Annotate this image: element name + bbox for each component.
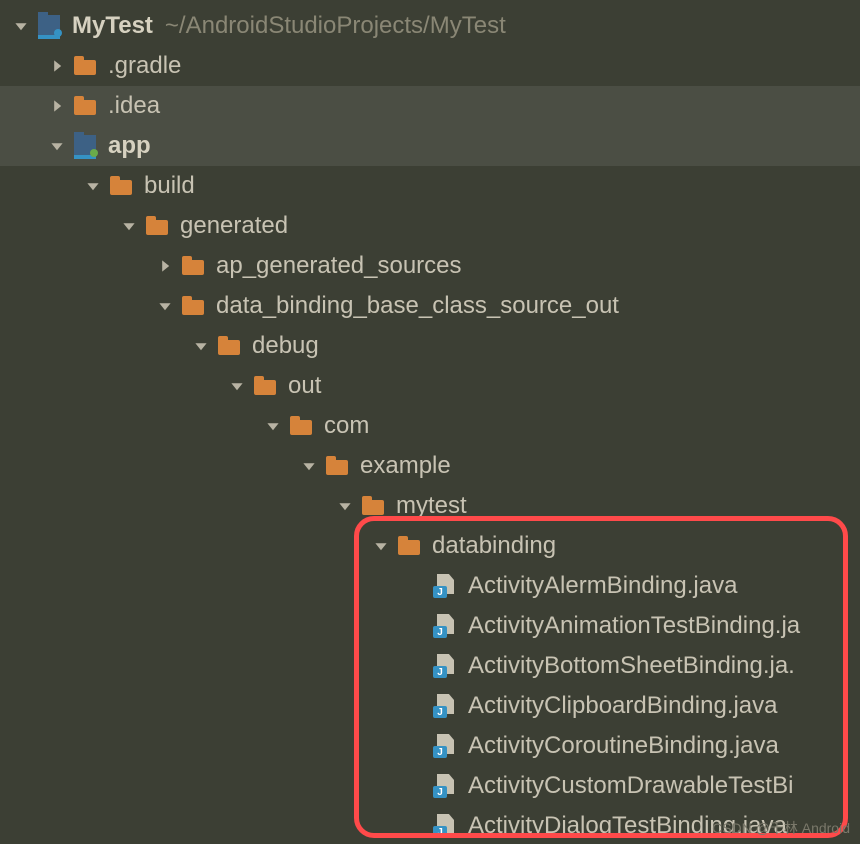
folder-icon bbox=[216, 333, 242, 359]
tree-item-app[interactable]: app bbox=[0, 126, 860, 166]
node-label: out bbox=[288, 372, 321, 400]
project-tree: MyTest ~/AndroidStudioProjects/MyTest .g… bbox=[0, 0, 860, 844]
node-label: app bbox=[108, 132, 151, 160]
java-file-icon: J bbox=[432, 813, 458, 839]
chevron-down-icon[interactable] bbox=[368, 533, 394, 559]
chevron-down-icon[interactable] bbox=[152, 293, 178, 319]
folder-icon bbox=[288, 413, 314, 439]
chevron-right-icon[interactable] bbox=[44, 93, 70, 119]
node-label: ap_generated_sources bbox=[216, 252, 462, 280]
file-label: ActivityAlermBinding.java bbox=[468, 572, 737, 600]
tree-item-gradle[interactable]: .gradle bbox=[0, 46, 860, 86]
node-label: build bbox=[144, 172, 195, 200]
chevron-right-icon[interactable] bbox=[152, 253, 178, 279]
file-label: ActivityDialogTestBinding.java bbox=[468, 812, 787, 840]
file-item[interactable]: J ActivityDialogTestBinding.java bbox=[0, 806, 860, 844]
node-label: .idea bbox=[108, 92, 160, 120]
chevron-down-icon[interactable] bbox=[44, 133, 70, 159]
folder-icon bbox=[396, 533, 422, 559]
java-file-icon: J bbox=[432, 773, 458, 799]
folder-icon bbox=[144, 213, 170, 239]
tree-item-ap[interactable]: ap_generated_sources bbox=[0, 246, 860, 286]
file-label: ActivityAnimationTestBinding.ja bbox=[468, 612, 800, 640]
node-label: com bbox=[324, 412, 369, 440]
tree-item-mytest[interactable]: mytest bbox=[0, 486, 860, 526]
folder-icon bbox=[72, 53, 98, 79]
file-item[interactable]: J ActivityAnimationTestBinding.ja bbox=[0, 606, 860, 646]
tree-item-com[interactable]: com bbox=[0, 406, 860, 446]
chevron-down-icon[interactable] bbox=[224, 373, 250, 399]
java-file-icon: J bbox=[432, 693, 458, 719]
tree-item-out[interactable]: out bbox=[0, 366, 860, 406]
folder-icon bbox=[252, 373, 278, 399]
file-label: ActivityCoroutineBinding.java bbox=[468, 732, 779, 760]
root-path: ~/AndroidStudioProjects/MyTest bbox=[165, 12, 506, 40]
module-icon bbox=[36, 13, 62, 39]
root-name: MyTest bbox=[72, 12, 153, 40]
file-label: ActivityCustomDrawableTestBi bbox=[468, 772, 793, 800]
chevron-down-icon[interactable] bbox=[8, 13, 34, 39]
tree-item-databinding[interactable]: databinding bbox=[0, 526, 860, 566]
chevron-down-icon[interactable] bbox=[188, 333, 214, 359]
node-label: example bbox=[360, 452, 451, 480]
node-label: data_binding_base_class_source_out bbox=[216, 292, 619, 320]
tree-item-example[interactable]: example bbox=[0, 446, 860, 486]
file-label: ActivityBottomSheetBinding.ja. bbox=[468, 652, 795, 680]
node-label: .gradle bbox=[108, 52, 181, 80]
chevron-down-icon[interactable] bbox=[116, 213, 142, 239]
file-item[interactable]: J ActivityAlermBinding.java bbox=[0, 566, 860, 606]
root-row[interactable]: MyTest ~/AndroidStudioProjects/MyTest bbox=[0, 6, 860, 46]
folder-icon bbox=[72, 93, 98, 119]
chevron-down-icon[interactable] bbox=[332, 493, 358, 519]
node-label: debug bbox=[252, 332, 319, 360]
chevron-down-icon[interactable] bbox=[260, 413, 286, 439]
folder-icon bbox=[180, 253, 206, 279]
java-file-icon: J bbox=[432, 653, 458, 679]
file-item[interactable]: J ActivityBottomSheetBinding.ja. bbox=[0, 646, 860, 686]
tree-item-dbout[interactable]: data_binding_base_class_source_out bbox=[0, 286, 860, 326]
folder-icon bbox=[360, 493, 386, 519]
java-file-icon: J bbox=[432, 613, 458, 639]
folder-icon bbox=[324, 453, 350, 479]
file-item[interactable]: J ActivityCustomDrawableTestBi bbox=[0, 766, 860, 806]
node-label: mytest bbox=[396, 492, 467, 520]
tree-item-generated[interactable]: generated bbox=[0, 206, 860, 246]
chevron-down-icon[interactable] bbox=[296, 453, 322, 479]
tree-item-build[interactable]: build bbox=[0, 166, 860, 206]
node-label: generated bbox=[180, 212, 288, 240]
module-icon bbox=[72, 133, 98, 159]
folder-icon bbox=[108, 173, 134, 199]
java-file-icon: J bbox=[432, 573, 458, 599]
folder-icon bbox=[180, 293, 206, 319]
file-item[interactable]: J ActivityClipboardBinding.java bbox=[0, 686, 860, 726]
chevron-right-icon[interactable] bbox=[44, 53, 70, 79]
tree-item-debug[interactable]: debug bbox=[0, 326, 860, 366]
java-file-icon: J bbox=[432, 733, 458, 759]
chevron-down-icon[interactable] bbox=[80, 173, 106, 199]
file-label: ActivityClipboardBinding.java bbox=[468, 692, 778, 720]
file-item[interactable]: J ActivityCoroutineBinding.java bbox=[0, 726, 860, 766]
tree-item-idea[interactable]: .idea bbox=[0, 86, 860, 126]
node-label: databinding bbox=[432, 532, 556, 560]
